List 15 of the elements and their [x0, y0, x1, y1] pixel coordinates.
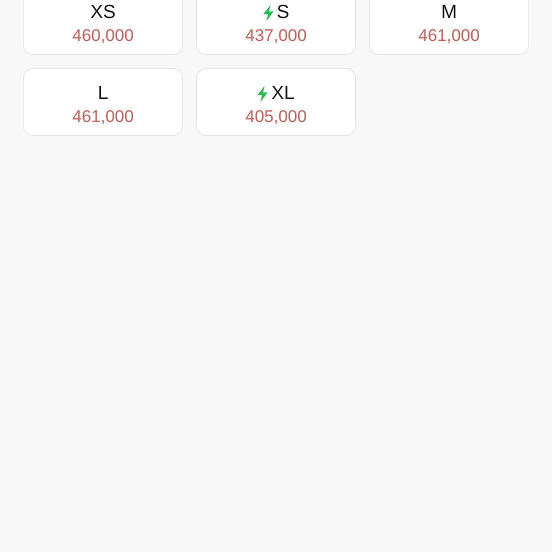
price-label: 460,000: [72, 26, 134, 46]
price-label: 405,000: [245, 107, 307, 127]
size-option[interactable]: S 437,000: [196, 0, 356, 55]
size-label: L: [98, 83, 108, 105]
price-label: 461,000: [72, 107, 134, 127]
size-option[interactable]: XL 405,000: [196, 68, 356, 136]
price-label: 437,000: [245, 26, 307, 46]
size-option[interactable]: M 461,000: [369, 0, 529, 55]
price-label: 461,000: [418, 26, 480, 46]
size-label: S: [276, 2, 290, 24]
size-label: XL: [271, 83, 295, 105]
size-label: XS: [90, 2, 116, 24]
size-option[interactable]: L 461,000: [23, 68, 183, 136]
size-label: M: [441, 2, 457, 24]
size-option[interactable]: XS 460,000: [23, 0, 183, 55]
